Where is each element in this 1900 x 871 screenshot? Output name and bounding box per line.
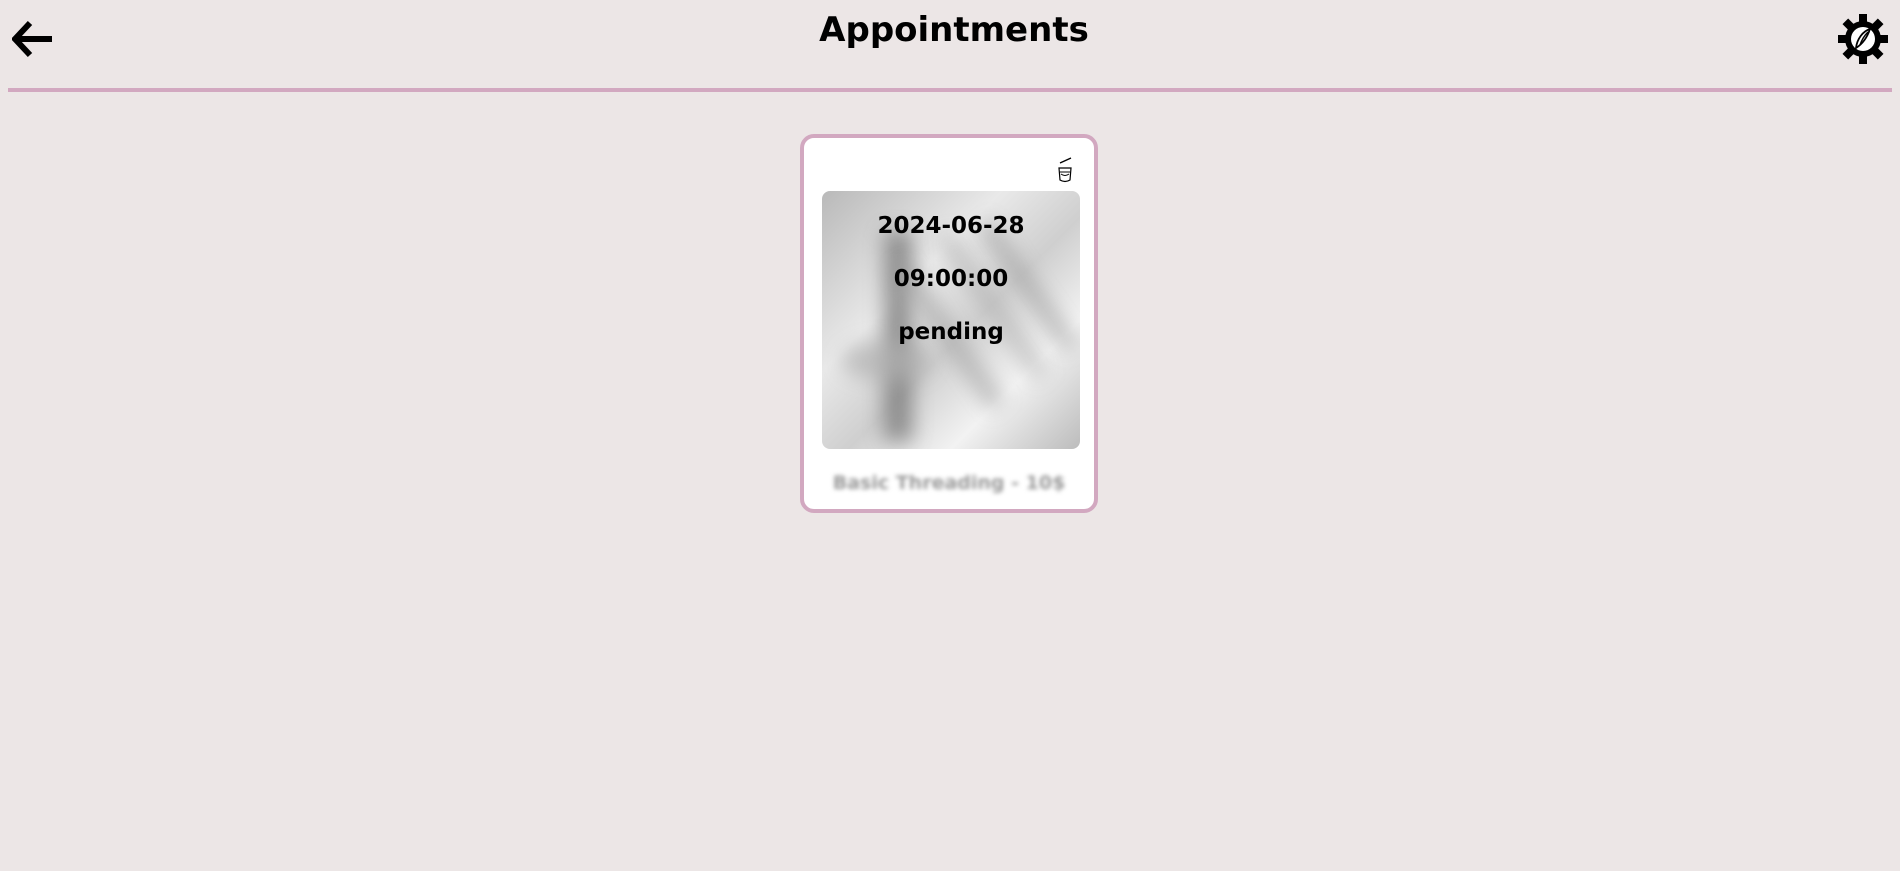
gear-icon: [1838, 14, 1888, 64]
service-image: 2024-06-28 09:00:00 pending: [822, 191, 1080, 449]
cancel-appointment-button[interactable]: [1054, 156, 1076, 184]
app-header: Appointments: [0, 0, 1900, 94]
settings-button[interactable]: [1836, 12, 1890, 66]
cancel-icon: [1058, 157, 1072, 183]
header-divider: [8, 88, 1892, 92]
appointment-card[interactable]: 2024-06-28 09:00:00 pending Basic Thread…: [800, 134, 1098, 513]
service-name: Basic Threading - 10$: [832, 472, 1066, 494]
appointment-time: 09:00:00: [893, 266, 1009, 292]
page-title: Appointments: [819, 10, 1089, 50]
appointment-date: 2024-06-28: [877, 213, 1025, 239]
appointment-status: pending: [898, 319, 1004, 345]
